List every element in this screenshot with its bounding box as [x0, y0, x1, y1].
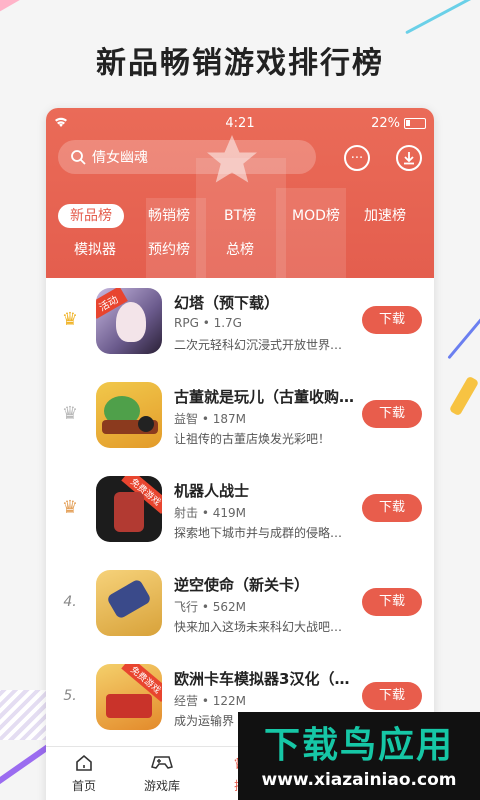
- download-button[interactable]: 下载: [362, 682, 422, 710]
- app-name: 欧洲卡车模拟器3汉化（…: [174, 670, 350, 688]
- list-item[interactable]: 4. 逆空使命（新关卡） 飞行 • 562M 快来加入这场未来科幻大战吧… 下载: [46, 560, 434, 654]
- app-icon: [96, 570, 162, 636]
- tab-bestselling[interactable]: 畅销榜: [136, 204, 202, 228]
- tab-mod[interactable]: MOD榜: [280, 204, 352, 228]
- tab-new[interactable]: 新品榜: [58, 204, 124, 228]
- search-input[interactable]: 倩女幽魂: [58, 140, 316, 174]
- decor-stripe-top-left: [0, 0, 48, 19]
- phone-screen: 4:21 22% 倩女幽魂 ··· 新品榜 畅销榜 BT榜 MOD榜 加速榜 模…: [46, 108, 434, 800]
- app-description: 让祖传的古董店焕发光彩吧！: [174, 432, 331, 446]
- download-button[interactable]: 下载: [362, 400, 422, 428]
- tab-emulator[interactable]: 模拟器: [62, 238, 128, 262]
- list-item[interactable]: ♛ 古董就是玩儿（古董收购… 益智 • 187M 让祖传的古董店焕发光彩吧！ 下…: [46, 372, 434, 466]
- silver-crown-icon: ♛: [61, 403, 79, 424]
- tab-label: 游戏库: [143, 779, 180, 793]
- decor-stripe-top-right: [405, 0, 480, 35]
- rank-badge: ♛: [58, 496, 82, 520]
- download-button[interactable]: 下载: [362, 588, 422, 616]
- tab-overall[interactable]: 总榜: [214, 238, 266, 262]
- watermark-url: www.xiazainiao.com: [261, 770, 457, 790]
- status-bar: 4:21 22%: [46, 116, 434, 132]
- app-description: 快来加入这场未来科幻大战吧…: [174, 620, 343, 634]
- app-name: 逆空使命（新关卡）: [174, 576, 310, 594]
- app-meta: 射击 • 419M: [174, 506, 246, 520]
- tab-preorder[interactable]: 预约榜: [136, 238, 202, 262]
- app-icon: [96, 382, 162, 448]
- rank-number: 4.: [63, 594, 77, 610]
- home-icon: [72, 753, 96, 775]
- watermark-title: 下载鸟应用: [263, 725, 454, 766]
- tab-home[interactable]: 首页: [46, 753, 122, 794]
- decor-stripe-right-yellow: [448, 375, 480, 417]
- tab-accelerate[interactable]: 加速榜: [352, 204, 418, 228]
- icon-art: [106, 578, 152, 620]
- app-description: 探索地下城市并与成群的侵略…: [174, 526, 343, 540]
- tab-bt[interactable]: BT榜: [212, 204, 268, 228]
- list-item[interactable]: ♛ 活动 幻塔（预下载） RPG • 1.7G 二次元轻科幻沉浸式开放世界… 下…: [46, 278, 434, 372]
- decor-stripe-right: [447, 303, 480, 360]
- gold-crown-icon: ♛: [61, 309, 79, 330]
- icon-art: [114, 492, 144, 532]
- app-meta: 飞行 • 562M: [174, 600, 246, 614]
- battery-percent: 22%: [371, 116, 400, 131]
- list-item[interactable]: ♛ 免费游戏 机器人战士 射击 • 419M 探索地下城市并与成群的侵略… 下载: [46, 466, 434, 560]
- icon-art: [106, 694, 152, 718]
- icon-art: [116, 302, 146, 342]
- rank-badge: ♛: [58, 308, 82, 332]
- app-name: 幻塔（预下载）: [174, 294, 280, 312]
- app-description: 二次元轻科幻沉浸式开放世界…: [174, 338, 343, 352]
- rank-number: 5.: [63, 688, 77, 704]
- header-banner: 4:21 22% 倩女幽魂 ··· 新品榜 畅销榜 BT榜 MOD榜 加速榜 模…: [46, 108, 434, 278]
- tab-game-library[interactable]: 游戏库: [124, 753, 200, 794]
- battery-status: 22%: [371, 116, 426, 131]
- app-icon: 免费游戏: [96, 664, 162, 730]
- download-icon[interactable]: [396, 145, 422, 171]
- app-name: 古董就是玩儿（古董收购…: [174, 388, 354, 406]
- page-headline: 新品畅销游戏排行榜: [96, 46, 384, 81]
- icon-art: [138, 416, 154, 432]
- tab-label: 首页: [71, 779, 96, 793]
- decor-block: [276, 188, 346, 278]
- app-meta: RPG • 1.7G: [174, 316, 242, 330]
- battery-icon: [404, 118, 426, 129]
- search-icon: [71, 150, 86, 165]
- bronze-crown-icon: ♛: [61, 497, 79, 518]
- app-icon: 活动: [96, 288, 162, 354]
- chat-icon[interactable]: ···: [344, 145, 370, 171]
- gamepad-icon: [150, 753, 174, 775]
- search-placeholder: 倩女幽魂: [92, 150, 148, 166]
- decor-stripe-left-bottom: [0, 690, 50, 740]
- app-meta: 益智 • 187M: [174, 412, 246, 426]
- app-icon: 免费游戏: [96, 476, 162, 542]
- download-button[interactable]: 下载: [362, 494, 422, 522]
- watermark-banner: 下载鸟应用 www.xiazainiao.com: [238, 712, 480, 800]
- app-name: 机器人战士: [174, 482, 250, 500]
- download-button[interactable]: 下载: [362, 306, 422, 334]
- app-meta: 经营 • 122M: [174, 694, 246, 708]
- rank-badge: ♛: [58, 402, 82, 426]
